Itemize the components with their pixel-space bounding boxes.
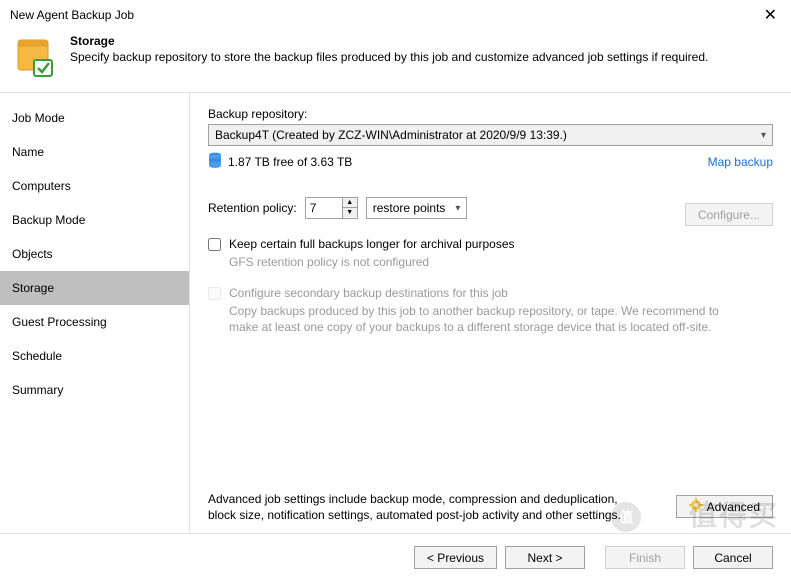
sidebar-item-backup-mode[interactable]: Backup Mode [0,203,189,237]
repo-label: Backup repository: [208,107,773,121]
advanced-label: Advanced [707,500,760,514]
gear-icon [689,498,703,515]
close-icon[interactable]: ✕ [760,5,781,25]
keep-full-checkbox[interactable] [208,238,221,251]
configure-button: Configure... [685,203,773,226]
advanced-button[interactable]: Advanced [676,495,773,518]
retention-unit-value: restore points [373,201,446,215]
sidebar-item-objects[interactable]: Objects [0,237,189,271]
advanced-note: Advanced job settings include backup mod… [208,491,628,523]
wizard-header: Storage Specify backup repository to sto… [0,30,791,93]
storage-icon [10,34,58,82]
free-space-text: 1.87 TB free of 3.63 TB [228,155,352,169]
sidebar-item-storage[interactable]: Storage [0,271,189,305]
chevron-down-icon: ▾ [455,203,460,214]
finish-button: Finish [605,546,685,569]
sidebar-item-summary[interactable]: Summary [0,373,189,407]
chevron-down-icon: ▾ [761,130,766,141]
sidebar-item-job-mode[interactable]: Job Mode [0,101,189,135]
repo-value: Backup4T (Created by ZCZ-WIN\Administrat… [215,128,567,142]
main-panel: Backup repository: Backup4T (Created by … [190,93,791,533]
sidebar-item-computers[interactable]: Computers [0,169,189,203]
secondary-dest-note: Copy backups produced by this job to ano… [229,303,749,335]
wizard-footer: < Previous Next > Finish Cancel [0,533,791,581]
secondary-dest-checkbox [208,287,221,300]
map-backup-link[interactable]: Map backup [708,155,773,169]
keep-full-label: Keep certain full backups longer for arc… [229,237,515,251]
sidebar-item-name[interactable]: Name [0,135,189,169]
title-bar: New Agent Backup Job ✕ [0,0,791,30]
repo-dropdown[interactable]: Backup4T (Created by ZCZ-WIN\Administrat… [208,124,773,146]
cancel-button[interactable]: Cancel [693,546,773,569]
spinner-down-icon[interactable]: ▼ [343,208,357,217]
secondary-dest-label: Configure secondary backup destinations … [229,286,508,300]
sidebar-item-schedule[interactable]: Schedule [0,339,189,373]
next-button[interactable]: Next > [505,546,585,569]
retention-unit-dropdown[interactable]: restore points ▾ [366,197,468,219]
previous-button[interactable]: < Previous [414,546,497,569]
retention-spinner[interactable]: ▲ ▼ [305,197,358,219]
wizard-steps-sidebar: Job Mode Name Computers Backup Mode Obje… [0,93,190,533]
header-title: Storage [70,34,708,48]
retention-label: Retention policy: [208,201,297,215]
spinner-up-icon[interactable]: ▲ [343,198,357,208]
gfs-note: GFS retention policy is not configured [229,254,749,270]
header-desc: Specify backup repository to store the b… [70,50,708,64]
window-title: New Agent Backup Job [10,8,760,22]
retention-input[interactable] [306,198,342,218]
sidebar-item-guest-processing[interactable]: Guest Processing [0,305,189,339]
database-icon [208,152,222,171]
